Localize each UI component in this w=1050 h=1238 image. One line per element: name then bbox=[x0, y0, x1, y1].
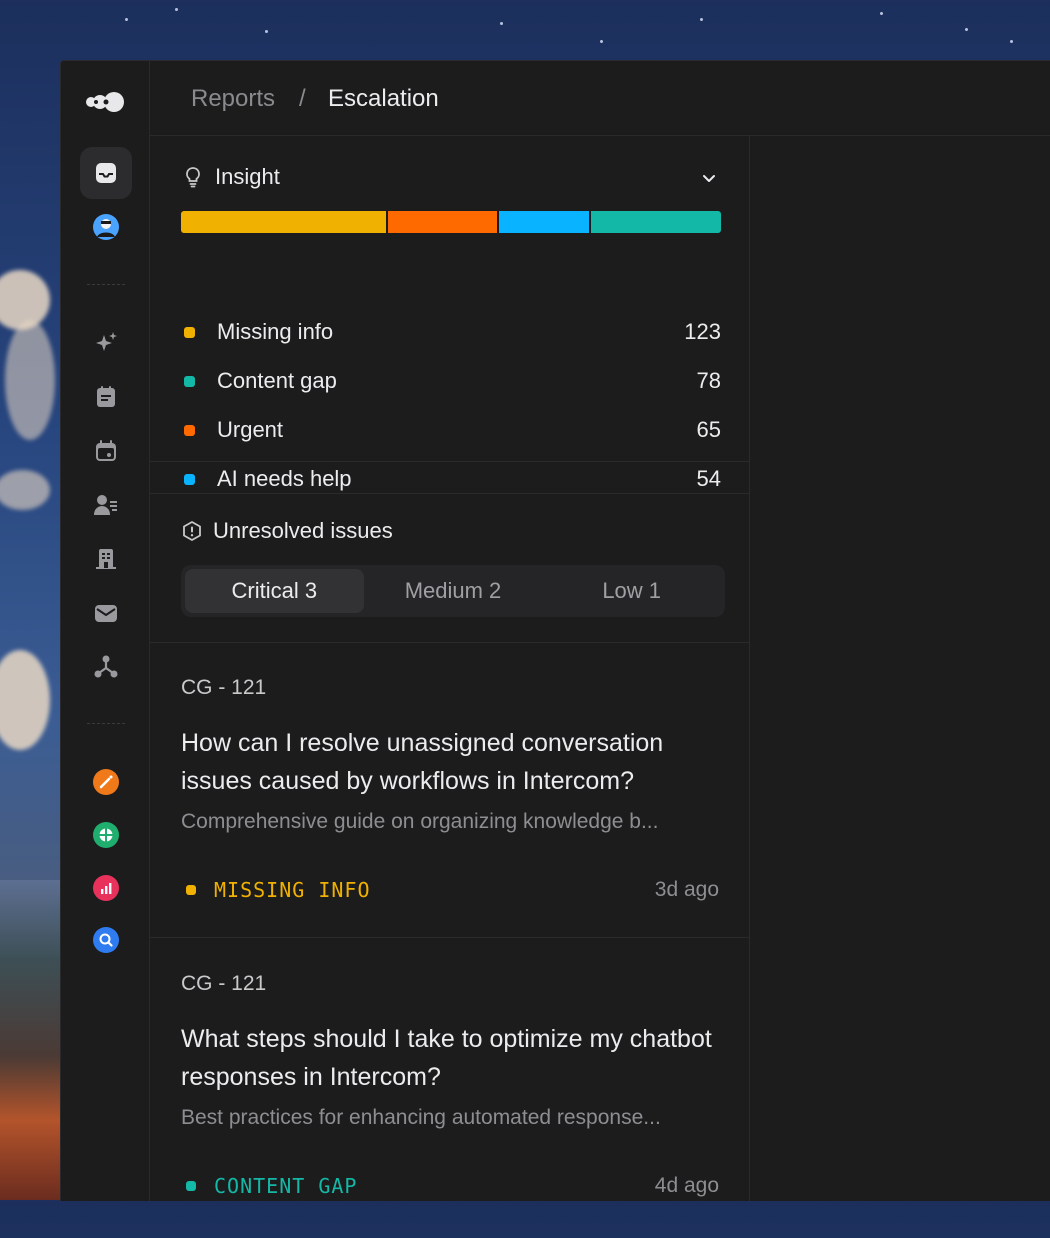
legend-dot bbox=[184, 375, 195, 387]
sidebar-item-companies[interactable] bbox=[80, 533, 132, 585]
building-icon bbox=[96, 549, 116, 569]
escalation-panel: Insight Missing info 123 Content gap 78 bbox=[150, 136, 750, 1201]
issue-age: 4d ago bbox=[654, 1174, 719, 1197]
legend-dot bbox=[184, 326, 195, 338]
legend-value: 123 bbox=[684, 319, 721, 344]
tab-critical[interactable]: Critical 3 bbox=[185, 569, 364, 613]
legend-value: 65 bbox=[696, 417, 721, 442]
bar-segment bbox=[590, 211, 721, 233]
search-app-icon bbox=[93, 927, 119, 953]
insight-header[interactable]: Insight bbox=[181, 164, 280, 190]
lightbulb-icon bbox=[186, 167, 200, 188]
tab-low[interactable]: Low 1 bbox=[542, 569, 721, 613]
insight-title: Insight bbox=[215, 164, 280, 189]
issue-card[interactable]: CG - 121 How can I resolve unassigned co… bbox=[150, 642, 749, 938]
legend-value: 54 bbox=[696, 466, 721, 491]
issues-header: Unresolved issues bbox=[181, 518, 393, 544]
issue-tag: CONTENT GAP bbox=[181, 1174, 357, 1198]
legend-item-missing-info[interactable]: Missing info 123 bbox=[181, 317, 721, 347]
tag-dot bbox=[186, 885, 196, 895]
legend-label: Urgent bbox=[217, 417, 284, 442]
issue-card[interactable]: CG - 121 What steps should I take to opt… bbox=[150, 938, 749, 1238]
tag-dot bbox=[186, 1181, 196, 1191]
sidebar-item-contacts[interactable] bbox=[80, 479, 132, 531]
severity-segmented-control: Critical 3 Medium 2 Low 1 bbox=[181, 565, 725, 617]
legend-label: Content gap bbox=[217, 368, 337, 393]
sidebar-item-ai[interactable] bbox=[80, 317, 132, 369]
insight-section: Insight Missing info 123 Content gap 78 bbox=[150, 136, 749, 491]
bar-segment bbox=[181, 211, 387, 233]
sidebar-item-inbox[interactable] bbox=[80, 147, 132, 199]
sidebar-item-calendar[interactable] bbox=[80, 425, 132, 477]
breadcrumb-reports-link[interactable]: Reports bbox=[191, 85, 275, 113]
top-bar: Reports / Escalation bbox=[150, 61, 1050, 136]
bar-segment bbox=[498, 211, 589, 233]
app-logo bbox=[85, 91, 125, 118]
workflow-icon bbox=[94, 655, 118, 678]
legend-label: AI needs help bbox=[217, 466, 352, 491]
sidebar-item-workflows[interactable] bbox=[80, 641, 132, 693]
legend-label: Missing info bbox=[217, 319, 334, 344]
issues-title: Unresolved issues bbox=[213, 518, 393, 543]
sidebar-item-profile[interactable] bbox=[80, 201, 132, 253]
issue-title: How can I resolve unassigned conversatio… bbox=[181, 729, 664, 795]
sidebar-divider bbox=[87, 723, 125, 724]
issue-id: CG - 121 bbox=[181, 676, 267, 699]
app-search[interactable] bbox=[80, 914, 132, 966]
collapse-button[interactable] bbox=[699, 168, 719, 193]
issue-age: 3d ago bbox=[654, 878, 719, 901]
issue-id: CG - 121 bbox=[181, 972, 267, 995]
warning-hexagon-icon bbox=[183, 521, 201, 541]
sidebar-divider bbox=[87, 284, 125, 285]
tag-label: CONTENT GAP bbox=[214, 1174, 358, 1198]
legend-item-urgent[interactable]: Urgent 65 bbox=[181, 415, 721, 445]
mail-icon bbox=[95, 605, 117, 622]
notebook-icon bbox=[97, 386, 115, 407]
tab-medium[interactable]: Medium 2 bbox=[364, 569, 543, 613]
issue-title: What steps should I take to optimize my … bbox=[181, 1025, 712, 1091]
legend-dot bbox=[184, 473, 195, 485]
breadcrumb-separator: / bbox=[299, 85, 306, 112]
legend-item-ai-needs-help[interactable]: AI needs help 54 bbox=[181, 464, 721, 494]
contacts-icon bbox=[94, 495, 117, 515]
avatar bbox=[93, 214, 119, 240]
app-stats[interactable] bbox=[80, 862, 132, 914]
unresolved-issues-section: Unresolved issues Critical 3 Medium 2 Lo… bbox=[150, 493, 749, 643]
chart-app-icon bbox=[93, 822, 119, 848]
calendar-icon bbox=[96, 440, 116, 461]
page-title: Escalation bbox=[328, 85, 439, 112]
app-window: Reports / Escalation Insight Missing inf… bbox=[60, 60, 1050, 1201]
bar-segment bbox=[388, 211, 497, 233]
legend-value: 78 bbox=[696, 368, 721, 393]
issue-tag: MISSING INFO bbox=[181, 878, 371, 902]
inbox-icon bbox=[96, 163, 116, 183]
sidebar-rail bbox=[61, 61, 150, 1201]
stats-app-icon bbox=[93, 875, 119, 901]
sidebar-item-mail[interactable] bbox=[80, 587, 132, 639]
sparkles-icon bbox=[96, 332, 117, 351]
chevron-down-icon bbox=[703, 175, 715, 182]
app-chart[interactable] bbox=[80, 809, 132, 861]
tag-label: MISSING INFO bbox=[214, 878, 371, 902]
wand-app-icon bbox=[93, 769, 119, 795]
insight-distribution-bar bbox=[181, 211, 721, 233]
legend-item-content-gap[interactable]: Content gap 78 bbox=[181, 366, 721, 396]
sidebar-item-notes[interactable] bbox=[80, 371, 132, 423]
issue-description: Best practices for enhancing automated r… bbox=[181, 1106, 661, 1129]
issue-description: Comprehensive guide on organizing knowle… bbox=[181, 810, 659, 833]
legend-dot bbox=[184, 424, 195, 436]
app-wand[interactable] bbox=[80, 756, 132, 808]
